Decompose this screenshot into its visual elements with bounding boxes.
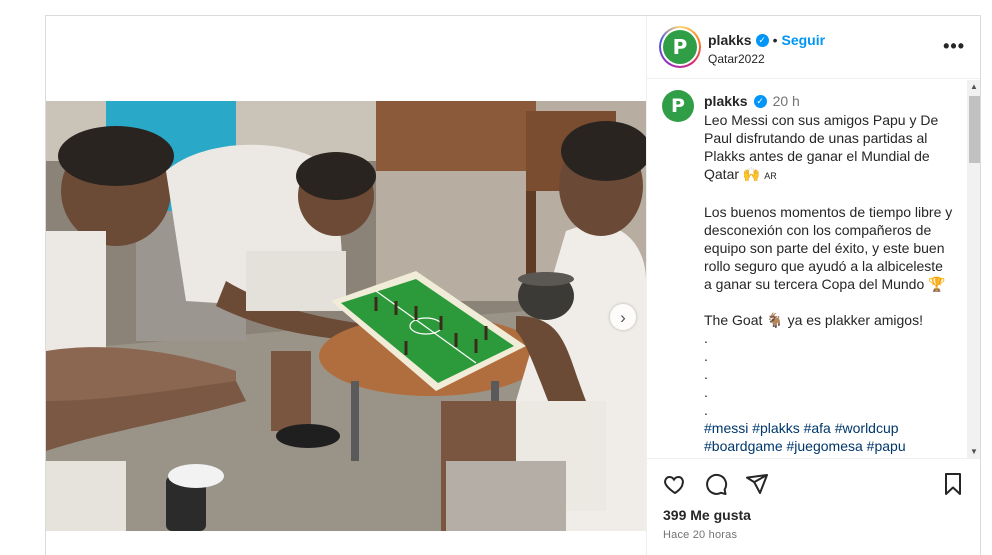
brand-logo-icon: P: [672, 35, 688, 59]
caption-scrollbar[interactable]: ▲ ▼: [967, 80, 980, 458]
caption-dot: .: [704, 330, 708, 346]
verified-badge-icon: ✓: [753, 94, 767, 108]
caption-dot: .: [704, 348, 708, 364]
scroll-up-icon[interactable]: ▲: [970, 82, 978, 91]
scroll-down-icon[interactable]: ▼: [970, 447, 978, 456]
caption-header: plakks ✓ 20 h: [704, 93, 800, 109]
caption-text: Leo Messi con sus amigos Papu y De Paul …: [704, 111, 954, 458]
chevron-right-icon: ›: [620, 307, 626, 327]
action-icons: [663, 472, 769, 496]
likes-count[interactable]: 399 Me gusta: [663, 507, 751, 523]
caption-paragraph: The Goat 🐐 ya es plakker amigos!: [704, 312, 923, 328]
bookmark-icon[interactable]: [941, 472, 965, 496]
verified-badge-icon: ✓: [755, 33, 769, 47]
caption-avatar[interactable]: P: [662, 90, 694, 122]
flag-ar: AR: [764, 171, 777, 181]
post-side-panel: P plakks ✓ • Seguir Qatar2022 ••• P plak…: [646, 16, 980, 555]
post-time[interactable]: 20 h: [773, 93, 800, 109]
photo-illustration: [46, 101, 646, 531]
follow-button[interactable]: Seguir: [782, 32, 826, 48]
hashtags[interactable]: #messi #plakks #afa #worldcup #boardgame…: [704, 419, 954, 458]
brand-logo-icon: P: [671, 95, 685, 117]
paper-plane-icon[interactable]: [745, 472, 769, 496]
caption-username-link[interactable]: plakks: [704, 93, 748, 109]
location-link[interactable]: Qatar2022: [708, 52, 765, 66]
caption-paragraph: Los buenos momentos de tiempo libre y de…: [704, 204, 953, 292]
caption-paragraph: Leo Messi con sus amigos Papu y De Paul …: [704, 112, 939, 182]
header-user-row: plakks ✓ • Seguir: [708, 32, 825, 48]
post-header: P plakks ✓ • Seguir Qatar2022 •••: [647, 16, 980, 79]
caption-dot: .: [704, 402, 708, 418]
next-photo-button[interactable]: ›: [610, 304, 636, 330]
caption-dot: .: [704, 366, 708, 382]
post-photo: [46, 101, 646, 531]
caption-dot: .: [704, 384, 708, 400]
username-link[interactable]: plakks: [708, 32, 752, 48]
avatar: P: [663, 30, 697, 64]
heart-outline-icon[interactable]: [663, 472, 687, 496]
post-actions: 399 Me gusta Hace 20 horas: [647, 458, 980, 555]
avatar-story-ring[interactable]: P: [659, 26, 701, 68]
more-options-icon[interactable]: •••: [943, 36, 965, 57]
post-modal: › P plakks ✓ • Seguir Qatar2022 ••• P pl…: [45, 15, 981, 555]
scroll-thumb[interactable]: [969, 96, 980, 163]
separator-dot: •: [772, 32, 778, 48]
caption-scroll-area[interactable]: P plakks ✓ 20 h Leo Messi con sus amigos…: [647, 80, 980, 458]
posted-time[interactable]: Hace 20 horas: [663, 529, 737, 541]
post-media: ›: [46, 16, 646, 555]
speech-bubble-icon[interactable]: [704, 472, 728, 496]
